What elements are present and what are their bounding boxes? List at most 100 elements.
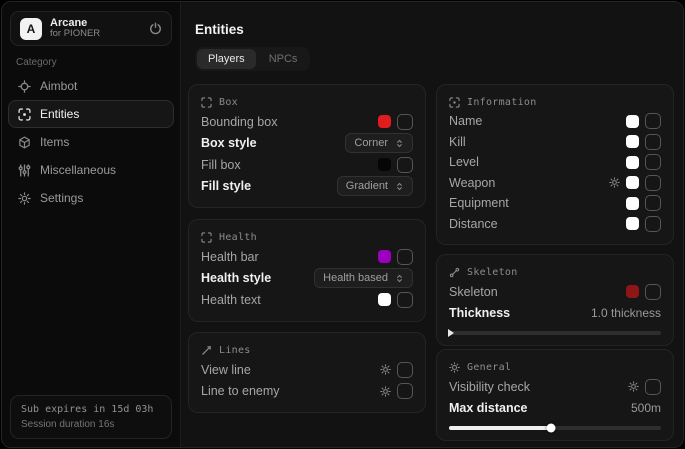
sub-expires-text: Sub expires in 15d 03h [21, 404, 161, 415]
setting-label: Skeleton [449, 285, 498, 299]
app-tagline: for PIONER [50, 29, 100, 40]
panel-title: Lines [219, 345, 251, 356]
setting-label: Health style [201, 271, 271, 285]
checkbox[interactable] [397, 362, 413, 378]
checkbox[interactable] [397, 292, 413, 308]
sidebar-nav: Aimbot Entities Items [8, 72, 174, 212]
color-swatch[interactable] [626, 156, 639, 169]
color-swatch[interactable] [626, 135, 639, 148]
panel-lines: Lines View line Line to enemy [188, 332, 426, 413]
setting-label: Fill box [201, 158, 241, 172]
app-logo: A [20, 18, 42, 40]
gear-icon[interactable] [609, 177, 620, 188]
unfold-icon [395, 139, 404, 148]
setting-label: Box style [201, 136, 257, 150]
setting-label: Thickness [449, 306, 510, 320]
sidebar-item-label: Aimbot [40, 79, 77, 93]
checkbox[interactable] [645, 175, 661, 191]
scan-icon [449, 97, 460, 108]
color-swatch[interactable] [626, 197, 639, 210]
max-distance-slider[interactable] [449, 426, 661, 430]
color-swatch[interactable] [378, 293, 391, 306]
setting-row-level: Level [449, 152, 661, 173]
setting-label: Level [449, 155, 479, 169]
checkbox[interactable] [645, 379, 661, 395]
crosshair-icon [18, 80, 31, 93]
setting-row-line-to-enemy: Line to enemy [201, 381, 413, 403]
checkbox[interactable] [397, 249, 413, 265]
main-content: Entities Players NPCs Box Bounding box [182, 2, 683, 447]
color-swatch[interactable] [378, 115, 391, 128]
health-style-dropdown[interactable]: Health based [314, 268, 413, 288]
setting-row-box-style: Box style Corner [201, 133, 413, 155]
corners-icon [201, 232, 212, 243]
checkbox[interactable] [645, 113, 661, 129]
slider-thumb[interactable] [546, 424, 555, 433]
setting-label: Health text [201, 293, 261, 307]
sidebar-item-settings[interactable]: Settings [8, 184, 174, 212]
sidebar-item-aimbot[interactable]: Aimbot [8, 72, 174, 100]
checkbox[interactable] [397, 383, 413, 399]
checkbox[interactable] [645, 195, 661, 211]
dropdown-value: Corner [354, 137, 388, 149]
power-icon[interactable] [149, 22, 162, 35]
setting-label: Weapon [449, 176, 495, 190]
tab-players[interactable]: Players [197, 49, 256, 69]
setting-row-skeleton: Skeleton [449, 281, 661, 303]
fill-style-dropdown[interactable]: Gradient [337, 176, 413, 196]
corners-icon [201, 97, 212, 108]
setting-label: Equipment [449, 196, 509, 210]
gear-icon[interactable] [380, 386, 391, 397]
setting-row-equipment: Equipment [449, 193, 661, 214]
sidebar: A Arcane for PIONER Category Aimbot [2, 2, 181, 447]
color-swatch[interactable] [626, 217, 639, 230]
setting-label: Visibility check [449, 380, 530, 394]
color-swatch[interactable] [626, 285, 639, 298]
sliders-icon [18, 164, 31, 177]
setting-row-fill-box: Fill box [201, 154, 413, 176]
app-window: A Arcane for PIONER Category Aimbot [1, 1, 684, 448]
setting-row-thickness: Thickness 1.0 thickness [449, 303, 661, 325]
panel-skeleton: Skeleton Skeleton Thickness 1.0 thicknes… [436, 254, 674, 346]
color-swatch[interactable] [378, 158, 391, 171]
gear-icon [18, 192, 31, 205]
checkbox[interactable] [645, 154, 661, 170]
gear-icon[interactable] [380, 364, 391, 375]
color-swatch[interactable] [378, 250, 391, 263]
package-icon [18, 136, 31, 149]
panel-title: Information [467, 97, 537, 108]
checkbox[interactable] [645, 216, 661, 232]
sidebar-item-entities[interactable]: Entities [8, 100, 174, 128]
tab-bar: Players NPCs [195, 47, 310, 71]
unfold-icon [395, 182, 404, 191]
setting-row-kill: Kill [449, 132, 661, 153]
checkbox[interactable] [645, 284, 661, 300]
setting-label: Health bar [201, 250, 259, 264]
setting-label: Bounding box [201, 115, 277, 129]
setting-label: Fill style [201, 179, 251, 193]
panel-general: General Visibility check Max distance 50… [436, 349, 674, 441]
color-swatch[interactable] [626, 115, 639, 128]
checkbox[interactable] [645, 134, 661, 150]
panel-health: Health Health bar Health style Health ba… [188, 219, 426, 322]
setting-row-weapon: Weapon [449, 173, 661, 194]
setting-label: Kill [449, 135, 466, 149]
setting-row-bounding-box: Bounding box [201, 111, 413, 133]
setting-label: Line to enemy [201, 384, 280, 398]
setting-row-health-bar: Health bar [201, 246, 413, 268]
color-swatch[interactable] [626, 176, 639, 189]
box-style-dropdown[interactable]: Corner [345, 133, 413, 153]
slider-value: 500m [631, 401, 661, 415]
brand-card: A Arcane for PIONER [10, 11, 172, 46]
panel-title: Health [219, 232, 257, 243]
checkbox[interactable] [397, 157, 413, 173]
checkbox[interactable] [397, 114, 413, 130]
gear-icon[interactable] [628, 381, 639, 392]
thickness-slider[interactable] [449, 331, 661, 335]
tab-npcs[interactable]: NPCs [258, 49, 309, 69]
page-title: Entities [195, 22, 244, 37]
slider-thumb[interactable] [448, 329, 454, 337]
slider-value: 1.0 thickness [591, 306, 661, 320]
sidebar-item-items[interactable]: Items [8, 128, 174, 156]
sidebar-item-miscellaneous[interactable]: Miscellaneous [8, 156, 174, 184]
